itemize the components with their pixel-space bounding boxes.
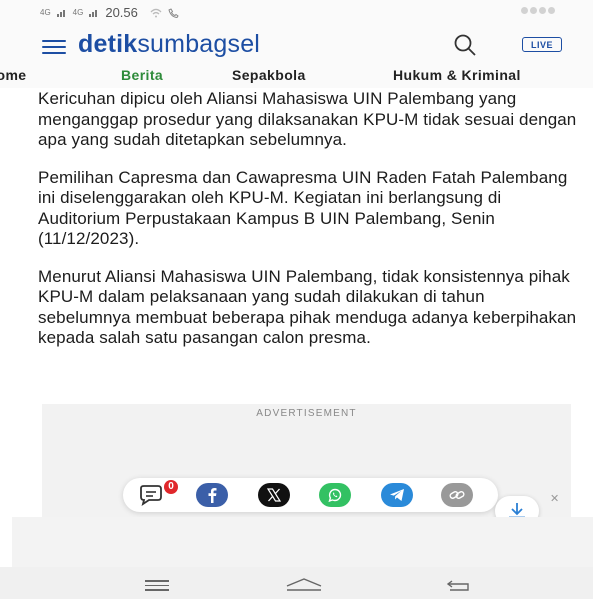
copy-link-button[interactable] [441, 483, 473, 507]
whatsapp-icon [328, 488, 342, 503]
status-bar: 4G 4G 20.56 [0, 0, 593, 26]
signal-2-label: 4G [72, 8, 84, 17]
site-header: detiksumbagsel LIVE [0, 26, 593, 66]
home-icon[interactable] [284, 576, 324, 592]
tab-hukum-kriminal[interactable]: Hukum & Kriminal [393, 67, 521, 83]
hamburger-menu-icon[interactable] [42, 40, 66, 54]
comment-button[interactable] [135, 483, 167, 507]
recent-apps-icon[interactable] [145, 580, 169, 591]
back-icon[interactable] [444, 576, 474, 592]
article-paragraph-3: Menurut Aliansi Mahasiswa UIN Palembang,… [38, 266, 577, 348]
live-button[interactable]: LIVE [522, 37, 562, 52]
system-navigation-bar [0, 567, 593, 599]
whatsapp-share-button[interactable] [319, 483, 351, 507]
telegram-share-button[interactable] [381, 483, 413, 507]
status-left: 4G 4G 20.56 [40, 5, 179, 20]
signal-1-icon [56, 10, 65, 17]
telegram-icon [390, 489, 404, 501]
close-icon[interactable]: ✕ [550, 492, 559, 505]
signal-2-icon [89, 10, 98, 17]
tab-sepakbola[interactable]: Sepakbola [232, 67, 306, 83]
x-share-button[interactable] [258, 483, 290, 507]
category-tabs: Home Berita Sepakbola Hukum & Kriminal [0, 66, 593, 88]
tab-home[interactable]: Home [0, 67, 27, 83]
advertisement-label: ADVERTISEMENT [256, 408, 357, 419]
share-bar [123, 478, 498, 512]
logo-regular: sumbagsel [137, 30, 261, 58]
wifi-icon [150, 8, 162, 17]
search-icon[interactable] [452, 32, 478, 58]
site-logo[interactable]: detiksumbagsel [78, 30, 260, 59]
facebook-icon [208, 488, 217, 503]
link-icon [449, 491, 465, 499]
article-paragraph-2: Pemilihan Capresma dan Cawapresma UIN Ra… [38, 167, 568, 249]
facebook-share-button[interactable] [196, 483, 228, 507]
battery-indicator [521, 7, 555, 14]
bottom-sheet-area [12, 517, 593, 567]
signal-1-label: 4G [40, 8, 51, 17]
article-body: Kericuhan dipicu oleh Aliansi Mahasiswa … [38, 89, 578, 366]
logo-bold: detik [78, 30, 138, 58]
tab-berita[interactable]: Berita [121, 67, 163, 83]
article-paragraph-1: Kericuhan dipicu oleh Aliansi Mahasiswa … [38, 89, 577, 149]
x-icon [267, 488, 281, 502]
comment-count-badge: 0 [164, 480, 178, 494]
phone-icon [168, 7, 179, 18]
comment-icon [140, 485, 162, 507]
clock: 20.56 [105, 5, 138, 20]
